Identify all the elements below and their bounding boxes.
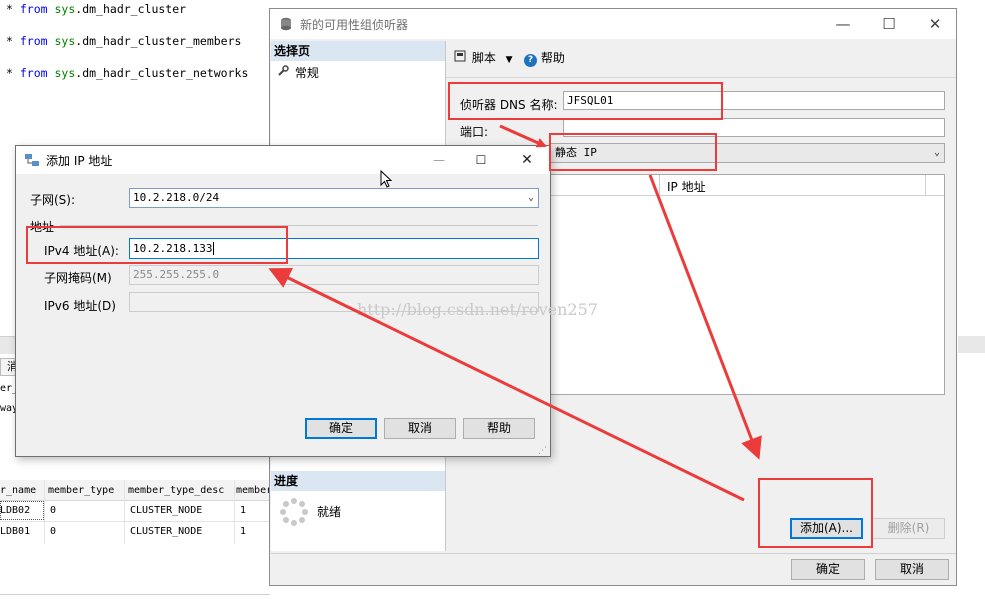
arrow-add-to-ipv4 [268, 267, 745, 502]
annotation-arrows [268, 124, 762, 502]
arrow-dns-to-static [499, 124, 547, 148]
arrow-static-to-add [648, 174, 762, 460]
